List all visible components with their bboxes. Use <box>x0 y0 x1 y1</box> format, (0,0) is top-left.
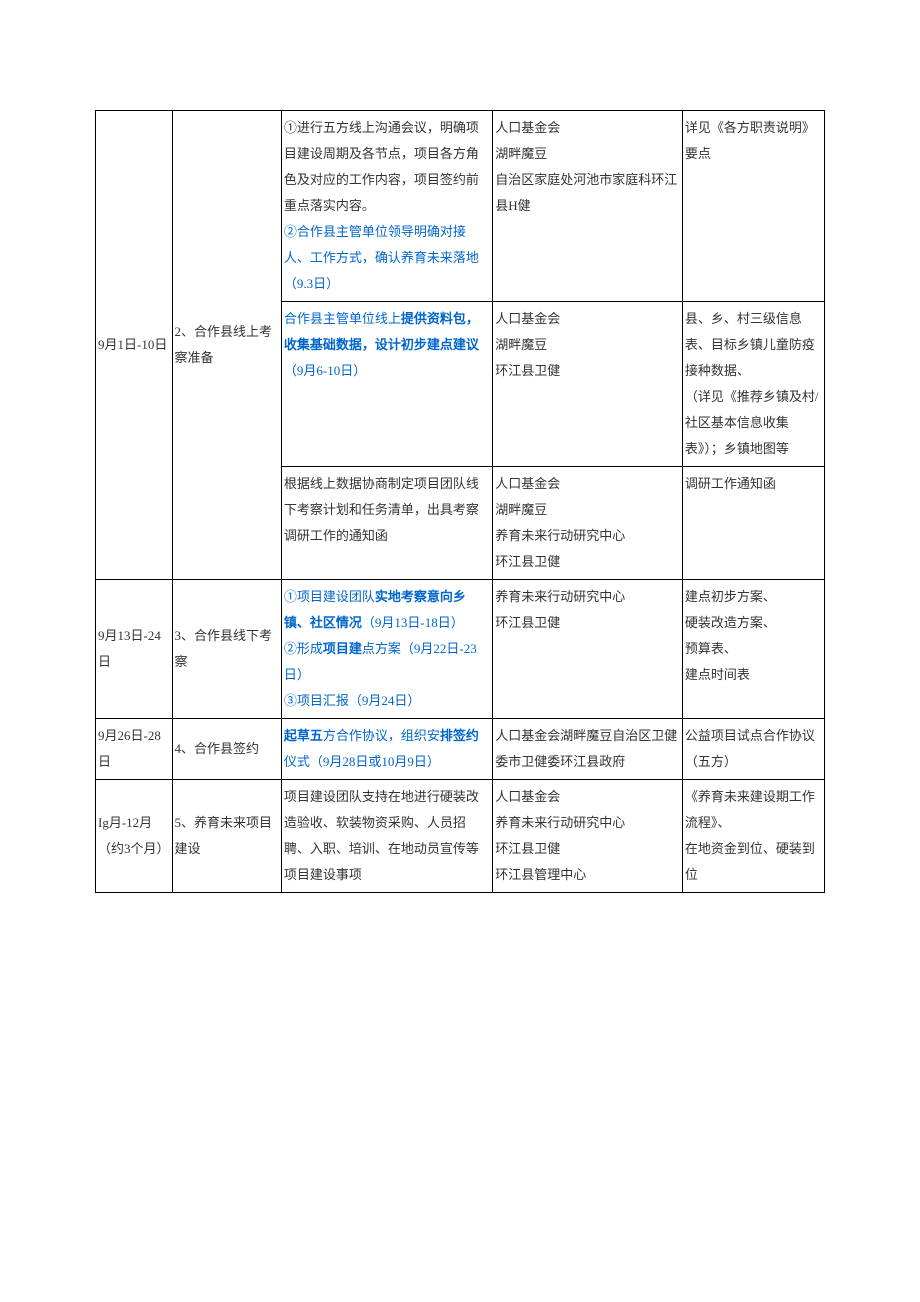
party-cell: 人口基金会湖畔魔豆自治区卫健委市卫健委环江县政府 <box>493 719 683 780</box>
party-cell: 人口基金会 湖畔魔豆 自治区家庭处河池市家庭科环江县H健 <box>493 111 683 302</box>
task-desc-cell: 项目建设团队支持在地进行硬装改造验收、软装物资采购、人员招聘、入职、培训、在地动… <box>281 780 492 893</box>
task-desc-highlight: ②合作县主管单位领导明确对接人、工作方式，确认养育未来落地（9.3日） <box>284 224 479 291</box>
party-cell: 人口基金会 湖畔魔豆 环江县卫健 <box>493 302 683 467</box>
line1-prefix: ①项目建设团队 <box>284 589 375 604</box>
party-cell: 人口基金会 养育未来行动研究中心 环江县卫健 环江县管理中心 <box>493 780 683 893</box>
mid: 方合作协议，组织安 <box>323 728 440 743</box>
table-row: 9月13日-24日 3、合作县线下考察 ①项目建设团队实地考察意向乡镇、社区情况… <box>96 580 825 719</box>
table-row: 9月1日-10日 2、合作县线上考察准备 ①进行五方线上沟通会议，明确项目建设周… <box>96 111 825 302</box>
task-desc-cell: 合作县主管单位线上提供资料包，收集基础数据，设计初步建点建议（9月6-10日） <box>281 302 492 467</box>
output-cell: 建点初步方案、 硬装改造方案、 预算表、 建点时间表 <box>682 580 824 719</box>
stage-cell: 3、合作县线下考察 <box>172 580 281 719</box>
task-desc-cell: 根据线上数据协商制定项目团队线下考察计划和任务清单，出具考察调研工作的通知函 <box>281 467 492 580</box>
party-cell: 人口基金会 湖畔魔豆 养育未来行动研究中心 环江县卫健 <box>493 467 683 580</box>
line3: ③项目汇报（9月24日） <box>284 693 421 708</box>
bold2: 排签约 <box>440 728 479 743</box>
date-cell: 9月1日-10日 <box>96 111 173 580</box>
schedule-table: 9月1日-10日 2、合作县线上考察准备 ①进行五方线上沟通会议，明确项目建设周… <box>95 110 825 893</box>
line2-prefix: ②形成 <box>284 641 323 656</box>
bold1: 起草五 <box>284 728 323 743</box>
output-cell: 《养育未来建设期工作流程》、 在地资金到位、硬装到位 <box>682 780 824 893</box>
party-cell: 养育未来行动研究中心 环江县卫健 <box>493 580 683 719</box>
stage-cell: 5、养育未来项目建设 <box>172 780 281 893</box>
date-cell: Ig月-12月（约3个月） <box>96 780 173 893</box>
stage-cell: 2、合作县线上考察准备 <box>172 111 281 580</box>
line1-suffix: （9月13日-18日） <box>362 615 464 630</box>
task-desc-plain: ①进行五方线上沟通会议，明确项目建设周期及各节点，项目各方角色及对应的工作内容，… <box>284 120 479 213</box>
date-cell: 9月13日-24日 <box>96 580 173 719</box>
task-desc-cell: ①项目建设团队实地考察意向乡镇、社区情况（9月13日-18日） ②形成项目建点方… <box>281 580 492 719</box>
task-prefix: 合作县主管单位线上 <box>284 311 401 326</box>
output-cell: 调研工作通知函 <box>682 467 824 580</box>
table-row: 9月26日-28日 4、合作县签约 起草五方合作协议，组织安排签约仪式（9月28… <box>96 719 825 780</box>
output-cell: 公益项目试点合作协议（五方） <box>682 719 824 780</box>
task-suffix: （9月6-10日） <box>284 363 366 378</box>
task-desc-cell: 起草五方合作协议，组织安排签约仪式（9月28日或10月9日） <box>281 719 492 780</box>
output-cell: 详见《各方职责说明》要点 <box>682 111 824 302</box>
task-desc-cell: ①进行五方线上沟通会议，明确项目建设周期及各节点，项目各方角色及对应的工作内容，… <box>281 111 492 302</box>
table-row: Ig月-12月（约3个月） 5、养育未来项目建设 项目建设团队支持在地进行硬装改… <box>96 780 825 893</box>
suffix: 仪式（9月28日或10月9日） <box>284 754 440 769</box>
output-cell: 县、乡、村三级信息表、目标乡镇儿童防疫接种数据、 （详见《推荐乡镇及村/社区基本… <box>682 302 824 467</box>
line2-bold: 项目建 <box>323 641 362 656</box>
date-cell: 9月26日-28日 <box>96 719 173 780</box>
stage-cell: 4、合作县签约 <box>172 719 281 780</box>
